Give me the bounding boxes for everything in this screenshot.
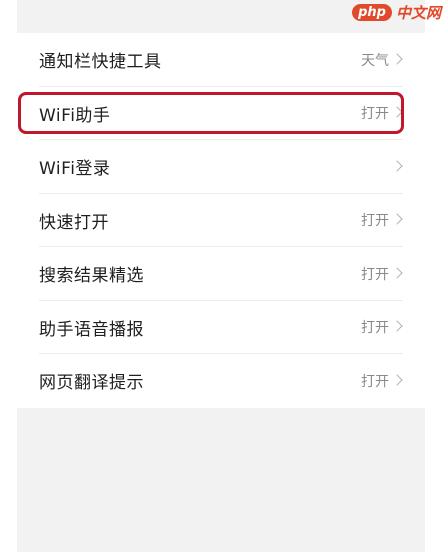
chevron-right-icon: [391, 320, 403, 332]
chevron-right-icon: [391, 267, 403, 279]
settings-row-label: 通知栏快捷工具: [39, 52, 162, 73]
php-cn-watermark: php 中文网: [352, 2, 441, 23]
chevron-right-icon: [391, 374, 403, 386]
chevron-right-icon: [391, 160, 403, 172]
settings-row-value: 天气: [361, 52, 389, 69]
settings-row-label: 搜索结果精选: [39, 266, 144, 287]
settings-row-value: 打开: [361, 266, 389, 283]
settings-row-voice-broadcast[interactable]: 助手语音播报 打开: [17, 301, 425, 355]
settings-row-value: 打开: [361, 320, 389, 337]
settings-row-wifi-assistant[interactable]: WiFi助手 打开: [17, 87, 425, 141]
settings-row-label: WiFi登录: [39, 159, 111, 180]
settings-row-translate-prompt[interactable]: 网页翻译提示 打开: [17, 354, 425, 408]
chevron-right-icon: [391, 106, 403, 118]
settings-row-quick-open[interactable]: 快速打开 打开: [17, 194, 425, 248]
watermark-text: 中文网: [395, 4, 441, 22]
watermark-badge: php: [352, 4, 392, 21]
settings-row-label: WiFi助手: [39, 105, 111, 126]
chevron-right-icon: [391, 53, 403, 65]
settings-row-value: 打开: [361, 373, 389, 390]
settings-row-wifi-login[interactable]: WiFi登录: [17, 140, 425, 194]
settings-row-label: 助手语音播报: [39, 319, 144, 340]
settings-list: 通知栏快捷工具 天气 WiFi助手 打开 WiFi登录 快速打开 打开 搜索结果…: [17, 33, 425, 408]
chevron-right-icon: [391, 213, 403, 225]
settings-row-label: 快速打开: [39, 212, 109, 233]
settings-row-label: 网页翻译提示: [39, 373, 144, 394]
settings-row-search-picks[interactable]: 搜索结果精选 打开: [17, 247, 425, 301]
settings-row-value: 打开: [361, 213, 389, 230]
settings-row-notification-shortcut[interactable]: 通知栏快捷工具 天气: [17, 33, 425, 87]
settings-row-value: 打开: [361, 106, 389, 123]
